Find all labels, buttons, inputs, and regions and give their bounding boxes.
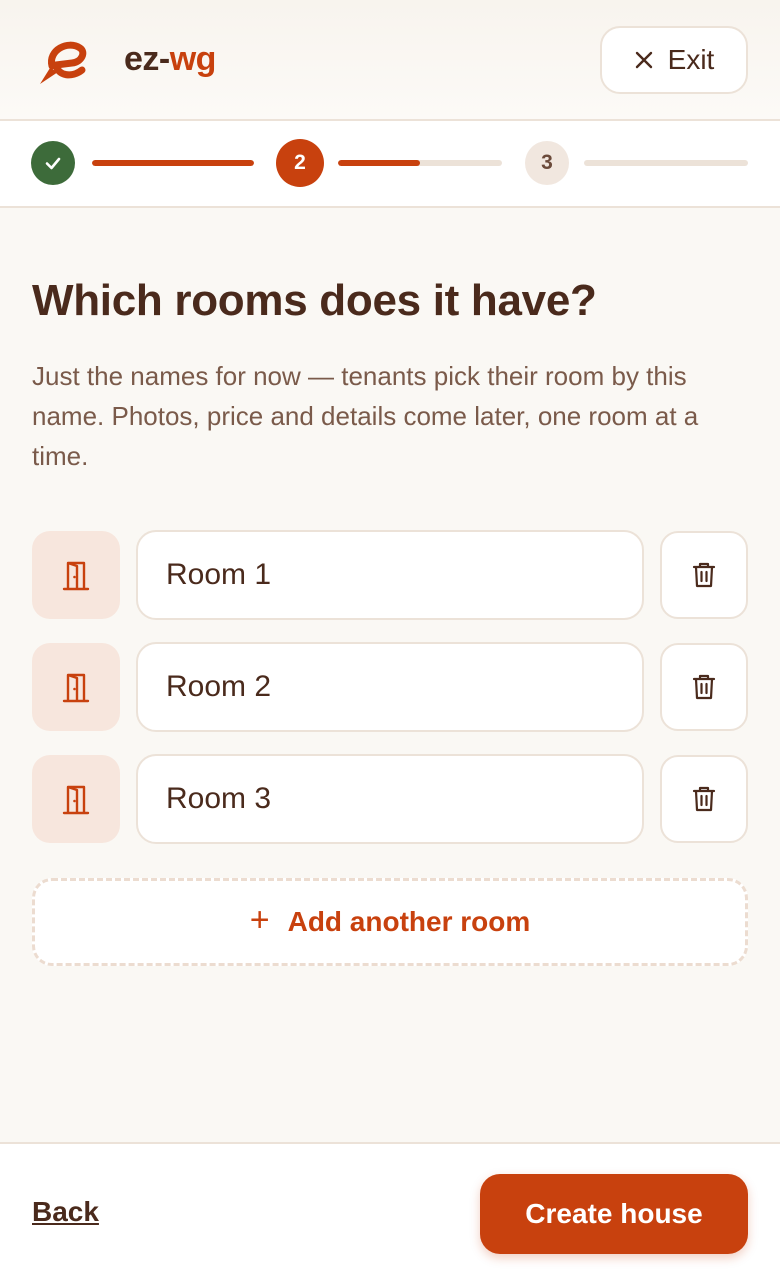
ez-wg-logo-icon bbox=[40, 41, 87, 84]
check-icon bbox=[45, 157, 61, 170]
trash-icon bbox=[692, 674, 716, 700]
footer-bar: Back Create house bbox=[0, 1142, 780, 1280]
room-row bbox=[32, 530, 748, 620]
room-icon-box bbox=[32, 643, 120, 731]
door-icon bbox=[62, 785, 90, 815]
app-header: ez-wg Exit bbox=[0, 0, 780, 121]
step-connector-2 bbox=[338, 160, 502, 166]
add-room-button[interactable]: + Add another room bbox=[32, 878, 748, 966]
room-icon-box bbox=[32, 531, 120, 619]
page-title: Which rooms does it have? bbox=[32, 276, 597, 325]
room-name-input[interactable] bbox=[136, 642, 644, 732]
delete-room-button[interactable] bbox=[660, 643, 748, 731]
add-room-label: Add another room bbox=[287, 906, 531, 937]
step-connector-1 bbox=[92, 160, 254, 166]
step-2-active: 2 bbox=[276, 139, 324, 187]
step-connector-1-fill bbox=[92, 160, 254, 166]
trash-icon bbox=[692, 562, 716, 588]
page-subtitle: Just the names for now — tenants pick th… bbox=[32, 361, 699, 471]
room-icon-box bbox=[32, 755, 120, 843]
door-icon bbox=[62, 561, 90, 591]
plus-icon: + bbox=[249, 901, 270, 939]
delete-room-button[interactable] bbox=[660, 755, 748, 843]
room-row bbox=[32, 642, 748, 732]
close-icon bbox=[635, 51, 652, 69]
delete-room-button[interactable] bbox=[660, 531, 748, 619]
room-name-input[interactable] bbox=[136, 754, 644, 844]
step-connector-3 bbox=[584, 160, 748, 166]
back-link[interactable]: Back bbox=[32, 1196, 99, 1228]
exit-button-label: Exit bbox=[667, 44, 715, 75]
step-connector-2-fill bbox=[338, 160, 420, 166]
door-icon bbox=[62, 673, 90, 703]
brand-name: ez-wg bbox=[124, 40, 216, 79]
progress-stepper: 2 3 bbox=[0, 121, 780, 208]
create-house-button[interactable]: Create house bbox=[480, 1174, 748, 1254]
step-3-todo: 3 bbox=[525, 141, 569, 185]
room-name-input[interactable] bbox=[136, 530, 644, 620]
brand-name-part2: wg bbox=[169, 40, 217, 78]
brand-name-part1: ez- bbox=[124, 40, 170, 78]
room-row bbox=[32, 754, 748, 844]
step-1-done bbox=[31, 141, 75, 185]
trash-icon bbox=[692, 786, 716, 812]
exit-button[interactable]: Exit bbox=[600, 26, 748, 94]
